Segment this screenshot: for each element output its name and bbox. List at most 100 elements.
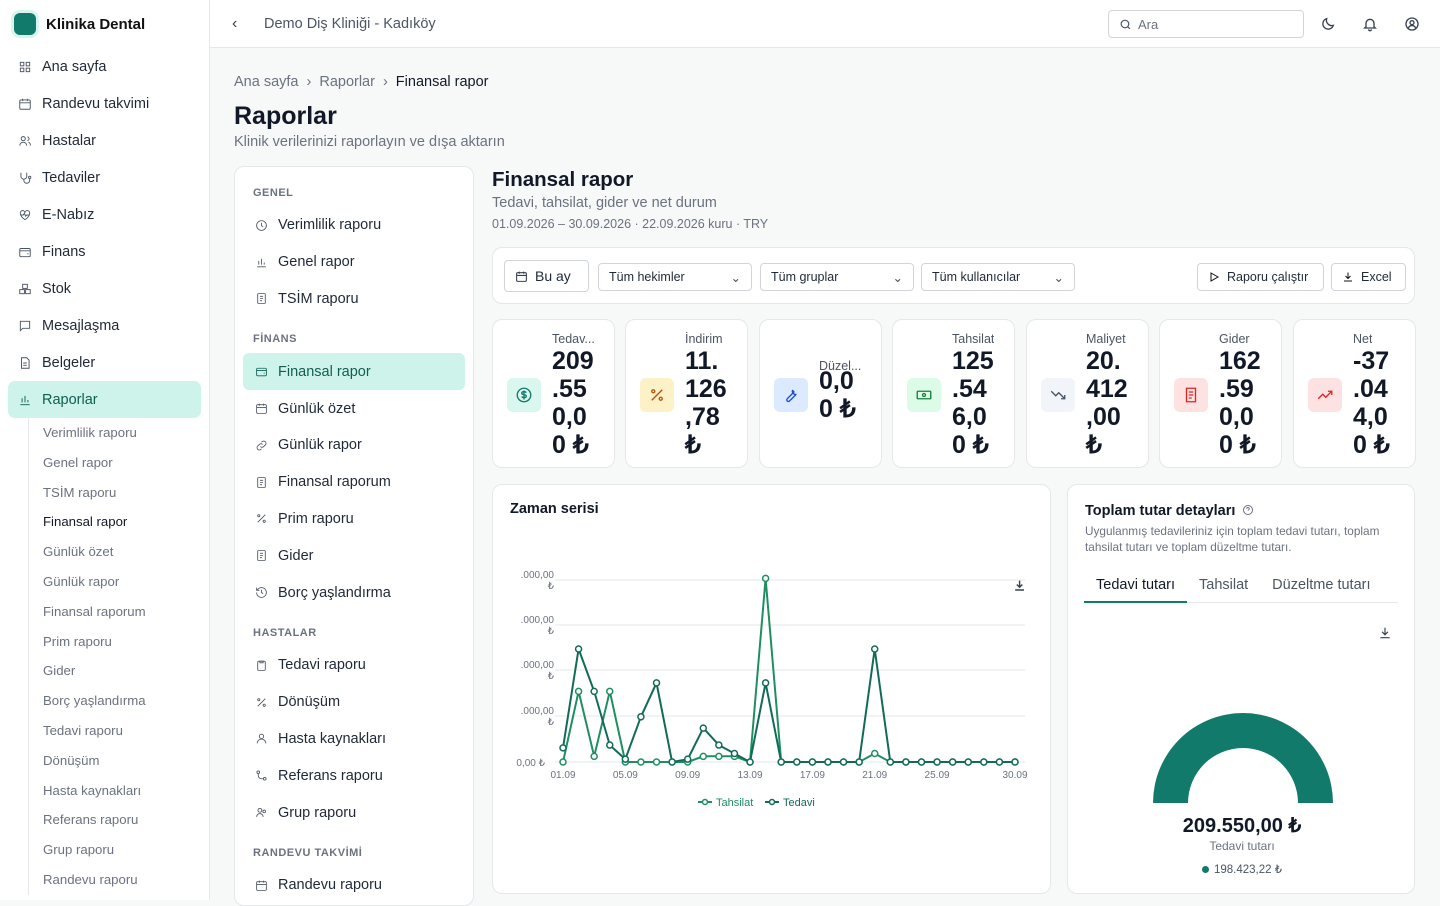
kpi-value-line: ₺	[685, 431, 701, 459]
kpi-icon-box	[774, 378, 808, 412]
menu-item[interactable]: Günlük rapor	[243, 427, 465, 464]
sidebar-subitem[interactable]: Borç yaşlandırma	[43, 686, 209, 716]
sidebar-item-label: Tedaviler	[42, 169, 101, 186]
download-icon[interactable]	[1015, 580, 1025, 591]
tab-collection[interactable]: Tahsilat	[1187, 575, 1260, 603]
sidebar-item-raporlar[interactable]: Raporlar	[8, 381, 201, 418]
menu-item[interactable]: Dönüşüm	[243, 684, 465, 721]
x-tick-label: 01.09	[550, 770, 575, 781]
y-tick-label: ₺	[548, 581, 555, 592]
wallet-icon	[256, 368, 267, 377]
groups-select[interactable]: Tüm gruplar ⌄	[760, 263, 914, 291]
menu-item[interactable]: Randevu raporu	[243, 867, 465, 904]
percent-icon	[651, 389, 663, 401]
data-point	[699, 752, 708, 761]
kpi-value: -37.04 4,0 0 ₺	[1353, 347, 1413, 459]
sidebar-subitem[interactable]: Referans raporu	[43, 805, 209, 835]
menu-item[interactable]: Gider	[243, 537, 465, 574]
kpi-label: Maliyet	[1086, 332, 1126, 346]
sidebar-subitem[interactable]: Günlük özet	[43, 537, 209, 567]
bell-icon[interactable]	[1362, 16, 1378, 32]
sidebar-subitem[interactable]: Tedavi raporu	[43, 716, 209, 746]
menu-item-label: Gider	[278, 547, 314, 564]
back-icon[interactable]: ‹	[232, 15, 246, 33]
user-icon	[256, 734, 267, 744]
sidebar-subitem[interactable]: Hasta kaynakları	[43, 776, 209, 806]
kpi-value-line: 0 ₺	[952, 431, 989, 459]
groups-value: Tüm gruplar	[771, 270, 839, 284]
download-icon	[1344, 272, 1352, 282]
data-point	[574, 687, 583, 696]
gauge-chart	[1153, 713, 1333, 803]
tab-treatment-amount[interactable]: Tedavi tutarı	[1084, 575, 1187, 603]
kpi-value: 209.55 0,0 0 ₺	[552, 347, 612, 459]
kpi-value-line: 6,0	[952, 403, 987, 431]
menu-item[interactable]: Borç yaşlandırma	[243, 574, 465, 611]
sidebar-subitem[interactable]: Gider	[43, 656, 209, 686]
sidebar-subitem[interactable]: Finansal rapor	[43, 507, 209, 537]
sidebar-item-stok[interactable]: Stok	[8, 270, 201, 307]
period-button[interactable]: Bu ay	[504, 260, 589, 292]
menu-item[interactable]: Verimlilik raporu	[243, 207, 465, 244]
menu-item[interactable]: Referans raporu	[243, 757, 465, 794]
kpi-value: 0,0 0 ₺	[819, 367, 879, 423]
download-icon[interactable]	[1378, 626, 1392, 640]
logo-icon	[14, 13, 36, 35]
breadcrumb-home[interactable]: Ana sayfa	[234, 74, 299, 90]
data-point	[870, 749, 879, 758]
kpi-value-line: 0 ₺	[552, 431, 589, 459]
sidebar-item-label: E-Nabız	[42, 206, 95, 223]
kpi-value: 162.59 0,0 0 ₺	[1219, 347, 1279, 459]
sidebar-subitem[interactable]: Randevu raporu	[43, 865, 209, 895]
run-report-button[interactable]: Raporu çalıştır	[1197, 263, 1324, 291]
menu-item[interactable]: Tedavi raporu	[243, 647, 465, 684]
menu-item[interactable]: Hasta kaynakları	[243, 721, 465, 758]
excel-button[interactable]: Excel	[1331, 263, 1406, 291]
topbar: ‹ Demo Diş Kliniği - Kadıköy Ara	[210, 0, 1440, 48]
search-input[interactable]: Ara	[1108, 10, 1304, 38]
brand[interactable]: Klinika Dental	[0, 0, 209, 48]
clinic-name[interactable]: Demo Diş Kliniği - Kadıköy	[264, 16, 436, 32]
users-select[interactable]: Tüm kullanıcılar ⌄	[921, 263, 1075, 291]
sidebar-subitem[interactable]: Genel rapor	[43, 448, 209, 478]
wallet-icon	[19, 247, 31, 257]
group-icon	[256, 808, 266, 817]
moon-icon[interactable]	[1320, 16, 1336, 32]
sidebar-subitem[interactable]: Dönüşüm	[43, 746, 209, 776]
sidebar-subitem[interactable]: Finansal raporum	[43, 597, 209, 627]
tab-adjustment[interactable]: Düzeltme tutarı	[1260, 575, 1382, 603]
menu-item[interactable]: Grup raporu	[243, 794, 465, 831]
kpi-value-line: ,00	[1086, 403, 1121, 431]
sidebar-item-label: Randevu takvimi	[42, 95, 150, 112]
breadcrumb-reports[interactable]: Raporlar	[319, 74, 375, 90]
kpi-icon-box	[907, 378, 941, 412]
doctors-select[interactable]: Tüm hekimler ⌄	[598, 263, 752, 291]
user-circle-icon[interactable]	[1404, 16, 1420, 32]
sidebar-item-hastalar[interactable]: Hastalar	[8, 122, 201, 159]
sidebar-item-belgeler[interactable]: Belgeler	[8, 344, 201, 381]
sidebar-item-mesajla-ma[interactable]: Mesajlaşma	[8, 307, 201, 344]
sidebar-item-finans[interactable]: Finans	[8, 233, 201, 270]
menu-item[interactable]: Genel rapor	[243, 244, 465, 281]
menu-item[interactable]: Prim raporu	[243, 501, 465, 538]
data-point	[761, 574, 770, 583]
sidebar-subitem[interactable]: Verimlilik raporu	[43, 418, 209, 448]
users-icon	[19, 135, 31, 146]
help-icon[interactable]	[1242, 504, 1254, 516]
sidebar-item-e-nab-z[interactable]: E-Nabız	[8, 196, 201, 233]
sidebar-item-tedaviler[interactable]: Tedaviler	[8, 159, 201, 196]
sidebar-subitem[interactable]: Prim raporu	[43, 627, 209, 657]
menu-item[interactable]: Finansal rapor	[243, 353, 465, 391]
sidebar-subitem[interactable]: Günlük rapor	[43, 567, 209, 597]
sidebar-subitem[interactable]: TSİM raporu	[43, 478, 209, 508]
sidebar-item-randevu-takvimi[interactable]: Randevu takvimi	[8, 85, 201, 122]
menu-item[interactable]: Finansal raporum	[243, 464, 465, 501]
sidebar-subitem[interactable]: Grup raporu	[43, 835, 209, 865]
sidebar-item-label: Mesajlaşma	[42, 317, 120, 334]
menu-item[interactable]: Günlük özet	[243, 390, 465, 427]
gauge-legend: 198.423,22 ₺	[1068, 862, 1416, 876]
sidebar-item-ana-sayfa[interactable]: Ana sayfa	[8, 48, 201, 85]
breadcrumb-current: Finansal rapor	[395, 74, 489, 90]
menu-item[interactable]: TSİM raporu	[243, 281, 465, 318]
menu-item-label: Finansal rapor	[278, 363, 371, 380]
